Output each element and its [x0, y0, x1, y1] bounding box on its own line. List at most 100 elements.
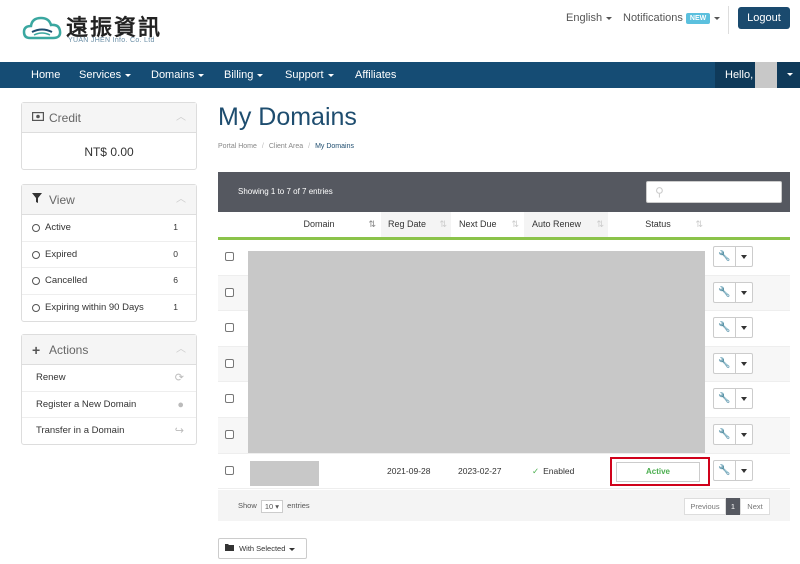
filter-label: Expired	[45, 248, 78, 260]
wrench-icon: 🔧	[714, 318, 736, 338]
chevron-down-icon	[741, 326, 747, 331]
actions-title: Actions	[49, 343, 89, 357]
page-title: My Domains	[218, 103, 357, 131]
filter-expired[interactable]: Expired 0	[22, 242, 196, 268]
nav-affiliates[interactable]: Affiliates	[355, 62, 396, 88]
entries-label: entries	[287, 501, 310, 510]
hello-label: Hello,	[725, 69, 754, 81]
table-search-input[interactable]: ⚲	[646, 181, 782, 203]
action-register-domain[interactable]: Register a New Domain ●	[22, 392, 196, 418]
breadcrumb-client-area[interactable]: Client Area	[269, 143, 303, 150]
redacted-block	[248, 251, 705, 453]
with-selected-button[interactable]: With Selected	[218, 538, 307, 559]
column-domain[interactable]: Domain ⇅	[258, 212, 380, 237]
radio-icon	[32, 303, 40, 312]
pagination-next[interactable]: Next	[740, 498, 770, 515]
nav-home[interactable]: Home	[31, 62, 60, 88]
chevron-down-icon	[327, 73, 334, 77]
show-label: Show	[238, 501, 257, 510]
nav-billing[interactable]: Billing	[224, 62, 264, 88]
next-due-cell: 2023-02-27	[458, 465, 502, 476]
column-next-due[interactable]: Next Due ⇅	[452, 212, 523, 237]
column-label: Status	[645, 219, 671, 229]
row-actions-button[interactable]: 🔧	[713, 246, 753, 267]
company-logo[interactable]: 遠振資訊 YUAN JHEN Info. Co. Ltd	[22, 10, 162, 50]
action-renew[interactable]: Renew ⟳	[22, 365, 196, 392]
column-label: Domain	[303, 219, 335, 229]
breadcrumb-separator: /	[261, 143, 264, 150]
credit-panel-header[interactable]: Credit ︿	[22, 103, 196, 133]
credit-title: Credit	[49, 111, 82, 125]
filter-expiring[interactable]: Expiring within 90 Days 1	[22, 295, 196, 322]
table-row[interactable]: 2021-09-28 2023-02-27 ✓ Enabled Active 🔧	[218, 453, 790, 490]
sort-icon: ⇅	[596, 219, 604, 229]
filter-count: 1	[173, 301, 178, 312]
row-actions-button[interactable]: 🔧	[713, 459, 753, 481]
chevron-up-icon: ︿	[176, 194, 186, 205]
filter-count: 1	[173, 222, 178, 232]
row-checkbox[interactable]	[225, 358, 234, 368]
new-badge: NEW	[685, 12, 711, 24]
nav-support-label: Support	[285, 69, 324, 81]
redacted-username	[755, 62, 777, 88]
sort-icon: ⇅	[695, 219, 703, 229]
row-actions-button[interactable]: 🔧	[713, 281, 753, 303]
breadcrumb: Portal Home / Client Area / My Domains	[218, 143, 354, 150]
actions-panel-header[interactable]: + Actions ︿	[22, 335, 196, 365]
nav-services[interactable]: Services	[79, 62, 132, 88]
page-size-control: Show 10 ▾ entries	[238, 490, 310, 521]
row-actions-button[interactable]: 🔧	[713, 317, 753, 339]
filter-count: 6	[173, 275, 178, 285]
row-checkbox[interactable]	[225, 465, 234, 475]
row-checkbox[interactable]	[225, 252, 234, 261]
chevron-down-icon	[787, 73, 793, 76]
chevron-down-icon	[289, 547, 296, 551]
globe-icon: ●	[177, 398, 184, 411]
row-actions-button[interactable]: 🔧	[713, 352, 753, 374]
row-checkbox[interactable]	[225, 430, 234, 439]
language-dropdown[interactable]: English	[566, 12, 613, 24]
column-auto-renew[interactable]: Auto Renew ⇅	[524, 212, 608, 237]
action-transfer-domain[interactable]: Transfer in a Domain ↪	[22, 418, 196, 445]
page-size-select[interactable]: 10 ▾	[260, 499, 284, 513]
view-panel-header[interactable]: View ︿	[22, 185, 196, 215]
notifications-label: Notifications	[623, 12, 683, 24]
filter-active[interactable]: Active 1	[22, 215, 196, 242]
check-icon: ✓	[532, 465, 540, 476]
row-actions-button[interactable]: 🔧	[713, 424, 753, 445]
filter-count: 0	[173, 248, 178, 259]
chevron-down-icon	[741, 433, 747, 437]
nav-domains[interactable]: Domains	[151, 62, 205, 88]
filter-label: Expiring within 90 Days	[45, 301, 144, 313]
column-label: Auto Renew	[532, 219, 582, 229]
breadcrumb-portal-home[interactable]: Portal Home	[218, 143, 257, 150]
language-label: English	[566, 12, 603, 24]
actions-panel: + Actions ︿ Renew ⟳ Register a New Domain…	[21, 334, 197, 445]
main-nav: Home Services Domains Billing Support Af…	[0, 62, 800, 88]
column-label: Next Due	[459, 219, 497, 229]
chevron-up-icon: ︿	[176, 112, 186, 123]
user-menu[interactable]: Hello,	[715, 62, 800, 88]
nav-support[interactable]: Support	[285, 62, 334, 88]
pagination-page[interactable]: 1	[726, 498, 740, 515]
row-checkbox[interactable]	[225, 323, 234, 333]
row-checkbox[interactable]	[225, 394, 234, 404]
table-footer: Show 10 ▾ entries Previous 1 Next	[218, 490, 790, 521]
page-size-value: 10	[264, 501, 274, 511]
logout-button[interactable]: Logout	[738, 7, 790, 29]
filter-cancelled[interactable]: Cancelled 6	[22, 268, 196, 295]
wrench-icon: 🔧	[714, 460, 736, 480]
pagination-previous[interactable]: Previous	[684, 498, 726, 515]
plus-icon: +	[32, 342, 41, 358]
radio-icon	[32, 250, 40, 259]
filter-label: Cancelled	[45, 275, 88, 286]
row-actions-button[interactable]: 🔧	[713, 388, 753, 410]
table-toolbar: Showing 1 to 7 of 7 entries ⚲	[218, 172, 790, 212]
chevron-down-icon	[741, 468, 747, 473]
column-status[interactable]: Status ⇅	[609, 212, 707, 237]
chevron-down-icon	[741, 255, 747, 259]
column-reg-date[interactable]: Reg Date ⇅	[381, 212, 451, 237]
row-checkbox[interactable]	[225, 287, 234, 297]
notifications-dropdown[interactable]: Notifications NEW	[623, 12, 721, 24]
chevron-down-icon	[741, 397, 747, 402]
